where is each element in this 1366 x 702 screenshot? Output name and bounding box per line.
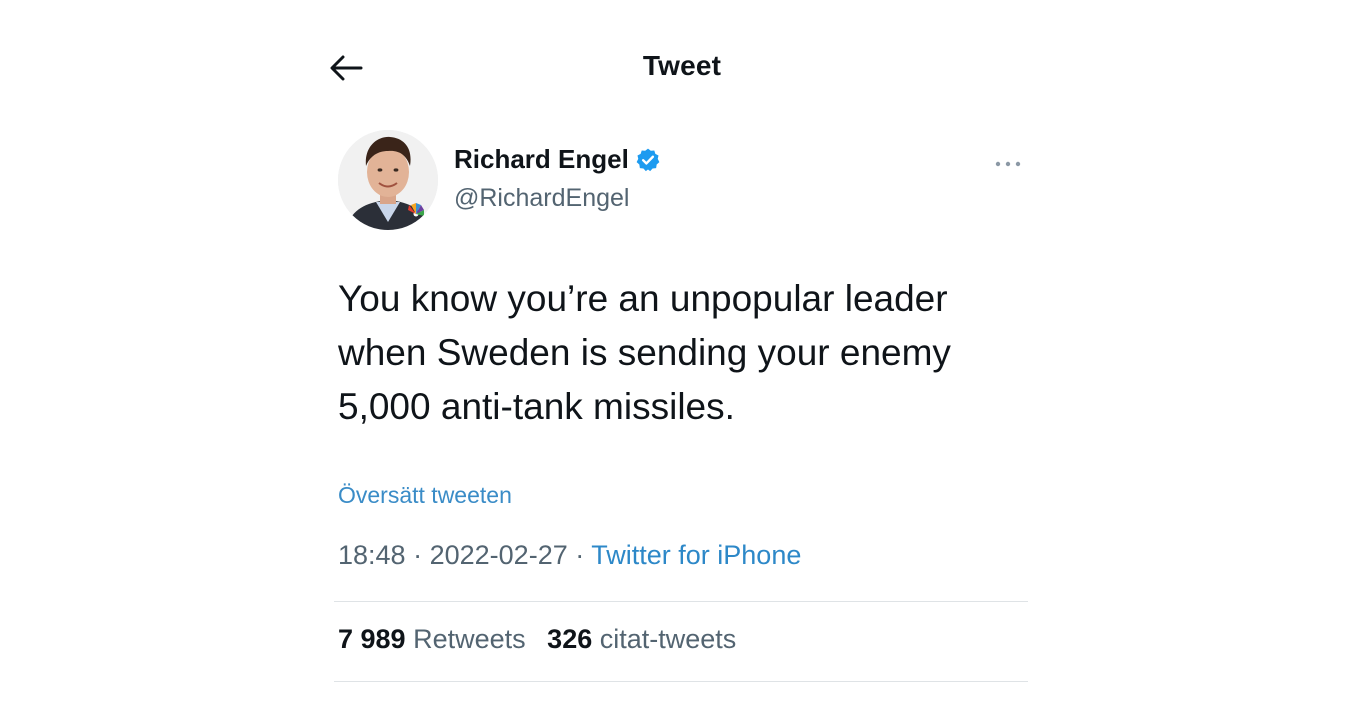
tweet-text: You know you’re an unpopular leader when… [338, 272, 1028, 434]
tweet-date[interactable]: 2022-02-27 [430, 540, 568, 570]
tweet-source-link[interactable]: Twitter for iPhone [591, 540, 801, 570]
tweet-stats: 7 989 Retweets 326 citat-tweets [338, 624, 750, 655]
quote-tweets-stat[interactable]: 326 citat-tweets [547, 624, 736, 655]
divider [334, 681, 1028, 682]
quote-tweets-label: citat-tweets [599, 624, 737, 654]
author-name-row: Richard Engel [454, 144, 661, 175]
arrow-left-icon [330, 55, 363, 81]
avatar-portrait-icon [338, 130, 438, 230]
translate-tweet-link[interactable]: Översätt tweeten [338, 482, 512, 509]
tweet-text-line: You know you’re an unpopular leader [338, 278, 948, 319]
author-handle[interactable]: @RichardEngel [454, 184, 629, 213]
tweet-time[interactable]: 18:48 [338, 540, 406, 570]
meta-separator: · [575, 540, 585, 570]
author-display-name[interactable]: Richard Engel [454, 144, 629, 175]
tweet-text-line: when Sweden is sending your enemy [338, 332, 951, 373]
meta-separator: · [413, 540, 423, 570]
ellipsis-icon [995, 161, 1021, 167]
retweets-count: 7 989 [338, 624, 406, 654]
retweets-label: Retweets [413, 624, 526, 654]
avatar[interactable] [338, 130, 438, 230]
page-title: Tweet [642, 50, 722, 81]
tweet-detail-page: Tweet Richard Engel @RichardEngel You kn… [0, 0, 1366, 702]
divider [334, 601, 1028, 602]
top-bar: Tweet [322, 40, 1042, 96]
tweet-text-line: 5,000 anti-tank missiles. [338, 386, 735, 427]
retweets-stat[interactable]: 7 989 Retweets [338, 624, 526, 655]
tweet-author: Richard Engel @RichardEngel [338, 128, 1028, 238]
verified-badge-icon [636, 148, 660, 171]
tweet-metadata: 18:48 · 2022-02-27 · Twitter for iPhone [338, 540, 801, 571]
quote-tweets-count: 326 [547, 624, 593, 654]
back-button[interactable] [326, 48, 366, 88]
more-options-button[interactable] [988, 144, 1028, 184]
